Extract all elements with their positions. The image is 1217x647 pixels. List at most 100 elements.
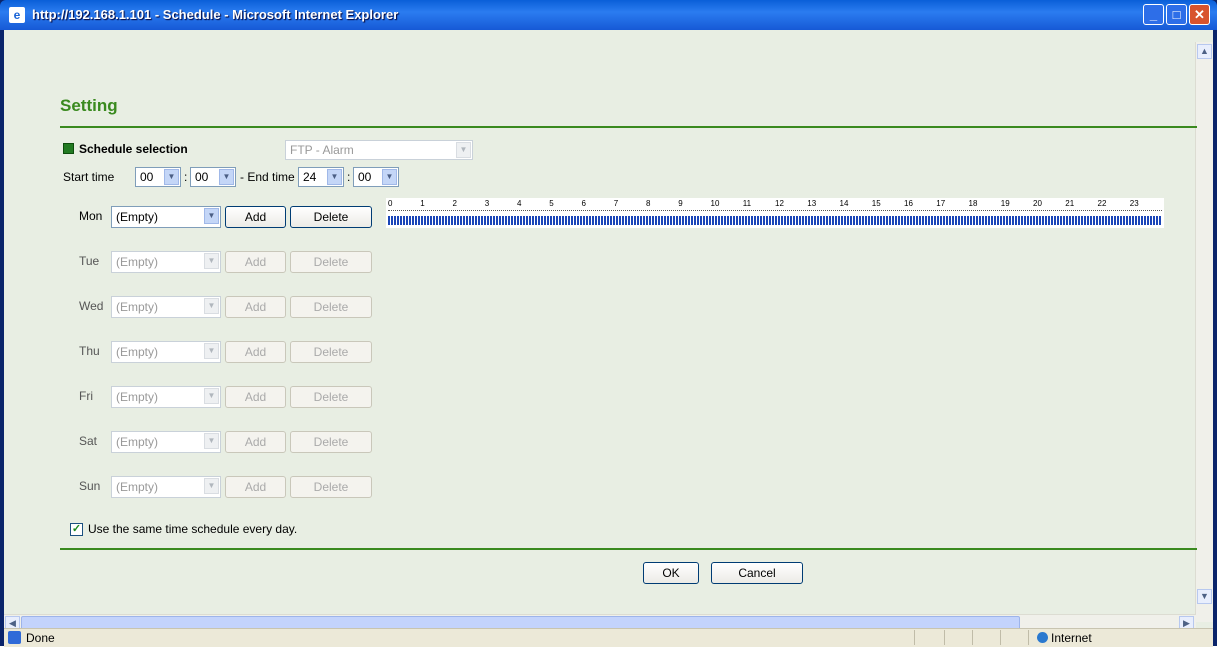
divider: [1028, 630, 1029, 645]
timeline-hour-label: 23: [1129, 199, 1139, 208]
start-time-label: Start time: [63, 170, 115, 184]
end-hour-select[interactable]: 24 ▼: [298, 167, 344, 187]
delete-button-sat[interactable]: Delete: [290, 431, 372, 453]
chevron-down-icon: ▼: [204, 253, 219, 269]
day-select-wed[interactable]: (Empty) ▼: [111, 296, 221, 318]
timeline-hour-label: 12: [775, 199, 784, 208]
same-schedule-label: Use the same time schedule every day.: [88, 522, 298, 536]
add-button-tue[interactable]: Add: [225, 251, 286, 273]
timeline-hour-label: 11: [742, 199, 752, 208]
day-label-tue: Tue: [79, 254, 100, 268]
delete-button-tue[interactable]: Delete: [290, 251, 372, 273]
page-content: ▲ ▼ Setting Schedule selection FTP - Ala…: [4, 30, 1213, 632]
timeline-hour-label: 15: [871, 199, 881, 208]
delete-button-fri[interactable]: Delete: [290, 386, 372, 408]
chevron-down-icon: ▼: [204, 388, 219, 404]
bullet-icon: [63, 143, 74, 154]
schedule-selection-select[interactable]: FTP - Alarm ▼: [285, 140, 473, 160]
day-select-sun[interactable]: (Empty) ▼: [111, 476, 221, 498]
timeline-bars: [388, 216, 1162, 225]
chevron-down-icon: ▼: [204, 298, 219, 314]
chevron-down-icon: ▼: [204, 343, 219, 359]
timeline-hour-label: 17: [936, 199, 946, 208]
chevron-down-icon: ▼: [219, 169, 234, 185]
add-button-thu[interactable]: Add: [225, 341, 286, 363]
page-title: Setting: [60, 96, 118, 115]
delete-button-mon[interactable]: Delete: [290, 206, 372, 228]
day-select-thu[interactable]: (Empty) ▼: [111, 341, 221, 363]
start-hour-select[interactable]: 00 ▼: [135, 167, 181, 187]
browser-window: e http://192.168.1.101 - Schedule - Micr…: [0, 0, 1217, 647]
divider: [1000, 630, 1001, 645]
divider: [944, 630, 945, 645]
day-select-fri[interactable]: (Empty) ▼: [111, 386, 221, 408]
divider-bottom: [60, 548, 1197, 550]
timeline-hour-label: 18: [968, 199, 978, 208]
delete-button-thu[interactable]: Delete: [290, 341, 372, 363]
day-label-sat: Sat: [79, 434, 98, 448]
timeline-hour-label: 21: [1065, 199, 1075, 208]
timeline-dotted-line: [388, 210, 1162, 214]
schedule-timeline-mon[interactable]: 0 1 2 3 4 5 6 7 8 9 10 11 12 13 14 15 16 17 18 19 20 21 22 23: [386, 198, 1164, 228]
chevron-down-icon: ▼: [327, 169, 342, 185]
globe-icon: [1037, 632, 1048, 643]
divider: [914, 630, 915, 645]
maximize-button[interactable]: □: [1166, 4, 1187, 25]
day-label-wed: Wed: [79, 299, 104, 313]
divider-top: [60, 126, 1197, 128]
timeline-hour-label: 4: [517, 199, 522, 208]
timeline-hour-label: 0: [388, 199, 393, 208]
timeline-hour-label: 6: [581, 199, 586, 208]
add-button-fri[interactable]: Add: [225, 386, 286, 408]
day-label-sun: Sun: [79, 479, 101, 493]
timeline-hour-label: 19: [1000, 199, 1010, 208]
window-title: http://192.168.1.101 - Schedule - Micros…: [32, 7, 399, 22]
timeline-hour-label: 8: [646, 199, 651, 208]
close-button[interactable]: ✕: [1189, 4, 1210, 25]
day-select-sat[interactable]: (Empty) ▼: [111, 431, 221, 453]
day-select-mon[interactable]: (Empty) ▼: [111, 206, 221, 228]
colon: :: [184, 170, 188, 184]
cancel-button[interactable]: Cancel: [711, 562, 803, 584]
day-select-tue[interactable]: (Empty) ▼: [111, 251, 221, 273]
end-time-label: - End time: [240, 170, 295, 184]
timeline-hour-label: 3: [484, 199, 490, 208]
ie-icon: [8, 631, 21, 644]
end-min-select[interactable]: 00 ▼: [353, 167, 399, 187]
chevron-down-icon: ▼: [204, 478, 219, 494]
delete-button-sun[interactable]: Delete: [290, 476, 372, 498]
timeline-hour-label: 9: [678, 199, 683, 208]
chevron-down-icon: ▼: [382, 169, 397, 185]
start-min-select[interactable]: 00 ▼: [190, 167, 236, 187]
divider: [972, 630, 973, 645]
timeline-hour-label: 2: [452, 199, 457, 208]
timeline-hour-label: 1: [420, 199, 425, 208]
vertical-scrollbar[interactable]: ▲ ▼: [1195, 42, 1213, 622]
delete-button-wed[interactable]: Delete: [290, 296, 372, 318]
security-zone: Internet: [1051, 631, 1092, 645]
add-button-wed[interactable]: Add: [225, 296, 286, 318]
day-label-mon: Mon: [79, 209, 103, 223]
status-text: Done: [26, 631, 55, 645]
add-button-sun[interactable]: Add: [225, 476, 286, 498]
same-schedule-checkbox[interactable]: ✓: [70, 523, 83, 536]
timeline-hour-label: 22: [1097, 199, 1107, 208]
timeline-hour-label: 20: [1033, 199, 1042, 208]
ie-page-icon: e: [9, 7, 25, 23]
scroll-down-icon[interactable]: ▼: [1197, 589, 1212, 604]
scroll-up-icon[interactable]: ▲: [1197, 44, 1212, 59]
chevron-down-icon: ▼: [456, 142, 471, 158]
timeline-hour-label: 13: [807, 199, 817, 208]
status-bar: Done Internet: [4, 628, 1213, 647]
add-button-sat[interactable]: Add: [225, 431, 286, 453]
day-label-fri: Fri: [79, 389, 93, 403]
timeline-hour-label: 7: [613, 199, 619, 208]
timeline-hour-label: 16: [904, 199, 913, 208]
timeline-hour-label: 14: [839, 199, 849, 208]
day-label-thu: Thu: [79, 344, 100, 358]
title-bar[interactable]: e http://192.168.1.101 - Schedule - Micr…: [0, 0, 1217, 30]
chevron-down-icon: ▼: [204, 208, 219, 224]
minimize-button[interactable]: _: [1143, 4, 1164, 25]
ok-button[interactable]: OK: [643, 562, 699, 584]
add-button-mon[interactable]: Add: [225, 206, 286, 228]
